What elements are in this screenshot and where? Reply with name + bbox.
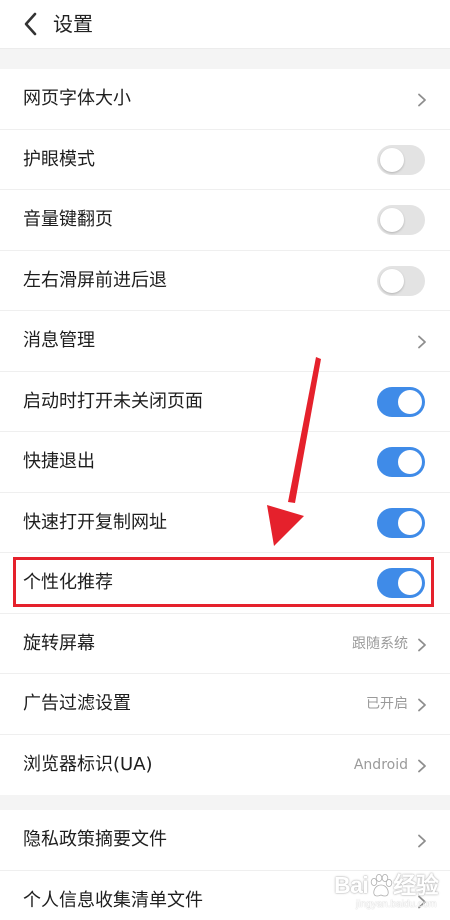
settings-list: 网页字体大小 护眼模式 音量键翻页 左右滑屏前进后退 消息管理 启动时打开未关闭… [0, 69, 450, 795]
setting-label: 消息管理 [23, 330, 95, 351]
swipe-navigation-toggle[interactable] [377, 265, 425, 296]
chevron-right-icon [418, 638, 426, 651]
setting-label: 个性化推荐 [23, 572, 113, 593]
setting-value: Android [353, 756, 408, 773]
toggle-knob [380, 147, 404, 172]
setting-label: 旋转屏幕 [23, 632, 95, 654]
chevron-right-icon [418, 698, 426, 712]
setting-volume-paging-row: 音量键翻页 [0, 190, 450, 251]
personalized-recommendation-toggle[interactable] [377, 568, 425, 598]
setting-message-management-row[interactable]: 消息管理 [0, 311, 450, 372]
setting-value: 已开启 [366, 696, 408, 712]
quick-exit-toggle[interactable] [377, 447, 425, 477]
settings-page: 设置 网页字体大小 护眼模式 音量键翻页 左右滑屏前进后退 消息管理 启动时打开… [0, 0, 450, 920]
setting-label: 音量键翻页 [23, 209, 113, 230]
volume-paging-toggle[interactable] [377, 205, 425, 235]
open-copied-url-toggle[interactable] [377, 507, 425, 538]
page-title: 设置 [53, 12, 93, 36]
toggle-knob [398, 571, 422, 595]
setting-font-size-row[interactable]: 网页字体大小 [0, 69, 450, 130]
setting-label: 快速打开复制网址 [23, 511, 167, 533]
documents-list: 隐私政策摘要文件 个人信息收集清单文件 [0, 810, 450, 920]
toggle-knob [398, 450, 422, 474]
setting-restore-pages-row: 启动时打开未关闭页面 [0, 372, 450, 432]
toggle-knob [398, 510, 422, 535]
toggle-knob [398, 389, 422, 414]
chevron-right-icon [418, 759, 426, 772]
privacy-policy-summary-row[interactable]: 隐私政策摘要文件 [0, 810, 450, 871]
top-bar: 设置 [0, 0, 450, 49]
chevron-right-icon [418, 335, 426, 349]
chevron-right-icon [418, 93, 426, 107]
setting-label: 广告过滤设置 [23, 693, 131, 714]
document-label: 个人信息收集清单文件 [23, 889, 203, 911]
chevron-right-icon [418, 895, 426, 908]
setting-personalized-recommendation-row: 个性化推荐 [0, 553, 450, 614]
setting-label: 护眼模式 [23, 148, 95, 170]
toggle-knob [380, 208, 404, 232]
chevron-left-icon[interactable] [18, 10, 46, 38]
setting-label: 启动时打开未关闭页面 [23, 390, 203, 412]
document-label: 隐私政策摘要文件 [23, 829, 167, 850]
setting-swipe-navigation-row: 左右滑屏前进后退 [0, 251, 450, 311]
setting-user-agent-row[interactable]: 浏览器标识(UA) Android [0, 735, 450, 796]
setting-value: 跟随系统 [352, 635, 408, 652]
restore-pages-toggle[interactable] [377, 386, 425, 417]
setting-open-copied-url-row: 快速打开复制网址 [0, 493, 450, 553]
setting-eye-care-row: 护眼模式 [0, 130, 450, 190]
chevron-right-icon [418, 834, 426, 848]
setting-quick-exit-row: 快捷退出 [0, 432, 450, 493]
setting-rotate-screen-row[interactable]: 旋转屏幕 跟随系统 [0, 614, 450, 674]
toggle-knob [380, 268, 404, 293]
setting-label: 浏览器标识(UA) [23, 753, 153, 775]
eye-care-toggle[interactable] [377, 144, 425, 175]
personal-info-collection-list-row[interactable]: 个人信息收集清单文件 [0, 871, 450, 920]
setting-label: 快捷退出 [23, 451, 95, 472]
setting-ad-filter-row[interactable]: 广告过滤设置 已开启 [0, 674, 450, 735]
setting-label: 左右滑屏前进后退 [23, 269, 167, 291]
setting-label: 网页字体大小 [23, 88, 131, 109]
